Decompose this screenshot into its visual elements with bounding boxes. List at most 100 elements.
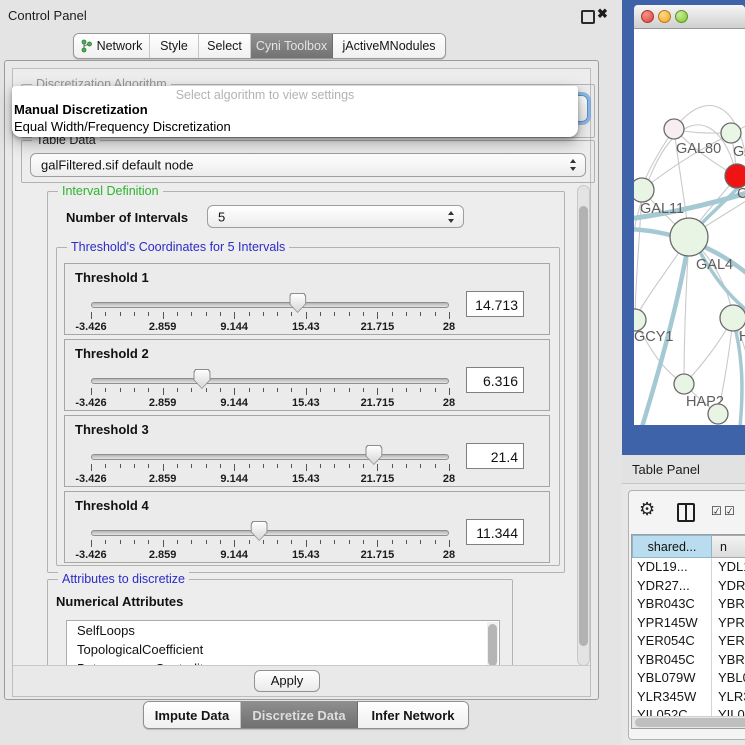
network-node[interactable] [725, 164, 745, 188]
slider-thumb[interactable] [251, 521, 268, 541]
network-canvas[interactable]: GAL80GACGAL11GAL4GCY1HHAP2 [634, 29, 745, 425]
table-row[interactable]: YPR145WYPR1 [632, 614, 745, 633]
slider-thumb[interactable] [289, 293, 306, 313]
num-intervals-combo[interactable]: 5 [207, 205, 464, 228]
tick-mark [449, 540, 450, 547]
tick-mark [120, 312, 121, 316]
network-node[interactable] [674, 374, 694, 394]
tick-mark [91, 464, 92, 471]
table-row[interactable]: YER054CYER0 [632, 632, 745, 651]
node-table: shared... n YDL19...YDL1YDR27...YDR2YBR0… [631, 534, 745, 729]
slider-thumb[interactable] [365, 445, 382, 465]
cell-name: YBR0 [712, 651, 745, 670]
scrollbar-thumb[interactable] [579, 206, 588, 646]
table-row[interactable]: YIL052CYIL0 [632, 706, 745, 716]
tick-mark [435, 464, 436, 468]
threshold-4-slider[interactable]: -3.4262.8599.14415.4321.71528 [91, 522, 449, 562]
tab-select[interactable]: Select [199, 34, 251, 58]
tick-mark [220, 388, 221, 392]
table-row[interactable]: YBR045CYBR0 [632, 651, 745, 670]
tab-cyni-toolbox[interactable]: Cyni Toolbox [251, 34, 333, 58]
cell-shared-name: YDL19... [632, 558, 712, 577]
gear-icon[interactable]: ⚙ [639, 499, 655, 519]
tick-mark [449, 464, 450, 471]
table-row[interactable]: YBR043CYBR0 [632, 595, 745, 614]
screen: Control Panel ✖ Network Style Select Cyn… [0, 0, 745, 745]
threshold-2-slider[interactable]: -3.4262.8599.14415.4321.71528 [91, 370, 449, 410]
threshold-1-card: Threshold 1 -3.4262.8599.14415.4321.7152… [64, 263, 550, 335]
slider-thumb[interactable] [193, 369, 210, 389]
column-header-name[interactable]: n [712, 535, 745, 558]
mac-close-icon[interactable] [641, 10, 654, 23]
tick-mark [334, 464, 335, 468]
tick-label: 15.43 [292, 321, 320, 333]
column-header-shared-name[interactable]: shared... [632, 535, 712, 558]
table-row[interactable]: YDL19...YDL1 [632, 558, 745, 577]
table-row[interactable]: YBL079WYBL0 [632, 669, 745, 688]
attributes-list-scrollbar[interactable] [487, 622, 498, 668]
network-node[interactable] [720, 305, 745, 331]
algorithm-hint: Select algorithm to view settings [12, 88, 518, 102]
scrollbar-thumb[interactable] [635, 718, 745, 727]
network-node[interactable] [670, 218, 708, 256]
tick-mark [163, 312, 164, 319]
table-rows: YDL19...YDL1YDR27...YDR2YBR043CYBR0YPR14… [632, 558, 745, 716]
network-node[interactable] [708, 404, 728, 424]
table-row[interactable]: YDR27...YDR2 [632, 577, 745, 596]
tick-mark [105, 540, 106, 544]
network-node[interactable] [664, 119, 684, 139]
tick-mark [306, 388, 307, 395]
mac-minimize-icon[interactable] [658, 10, 671, 23]
table-row[interactable]: YLR345WYLR3 [632, 688, 745, 707]
tick-label: 2.859 [149, 473, 177, 485]
attributes-list[interactable]: SelfLoopsTopologicalCoefficientBetweenne… [66, 620, 500, 668]
tick-mark [134, 388, 135, 392]
tick-mark [263, 540, 264, 544]
close-icon[interactable]: ✖ [597, 6, 608, 22]
tab-jactivemnodules[interactable]: jActiveMNodules [333, 34, 445, 58]
tick-mark [349, 312, 350, 316]
panel-vertical-scrollbar[interactable] [577, 185, 590, 666]
tab-discretize-data[interactable]: Discretize Data [241, 702, 358, 728]
slider-track [91, 530, 449, 536]
threshold-1-value[interactable]: 14.713 [466, 291, 524, 317]
threshold-1-slider[interactable]: -3.4262.8599.14415.4321.71528 [91, 294, 449, 334]
table-data-combo[interactable]: galFiltered.sif default node [30, 153, 586, 177]
attribute-item[interactable]: TopologicalCoefficient [67, 640, 499, 659]
tab-impute-data[interactable]: Impute Data [144, 702, 241, 728]
tick-mark [234, 388, 235, 395]
cell-name: YDL1 [712, 558, 745, 577]
cell-shared-name: YLR345W [632, 688, 712, 707]
thresholds-legend: Threshold's Coordinates for 5 Intervals [67, 240, 289, 254]
tab-style[interactable]: Style [150, 34, 199, 58]
tick-label: 9.144 [220, 549, 248, 561]
cell-shared-name: YBR045C [632, 651, 712, 670]
mac-zoom-icon[interactable] [675, 10, 688, 23]
apply-button[interactable]: Apply [254, 670, 320, 692]
table-horizontal-scrollbar[interactable] [632, 716, 745, 729]
network-node[interactable] [634, 178, 654, 202]
float-window-icon[interactable] [581, 10, 595, 24]
checkbox-icon[interactable]: ☑ [711, 504, 722, 518]
algorithm-option-manual[interactable]: Manual Discretization [14, 102, 148, 117]
tab-network[interactable]: Network [74, 34, 150, 58]
threshold-3-card: Threshold 3 -3.4262.8599.14415.4321.7152… [64, 415, 550, 487]
tick-mark [363, 464, 364, 468]
tick-mark [306, 464, 307, 471]
threshold-2-value[interactable]: 6.316 [466, 367, 524, 393]
threshold-4-value[interactable]: 11.344 [466, 519, 524, 545]
tick-mark [435, 388, 436, 392]
tab-infer-network[interactable]: Infer Network [358, 702, 468, 728]
network-node[interactable] [634, 309, 646, 331]
attribute-item[interactable]: SelfLoops [67, 621, 499, 640]
tick-mark [206, 312, 207, 316]
checkbox-icon[interactable]: ☑ [724, 504, 735, 518]
tick-mark [420, 312, 421, 316]
network-node[interactable] [721, 123, 741, 143]
threshold-3-label: Threshold 3 [75, 422, 149, 437]
table-data-combo-value: galFiltered.sif default node [41, 158, 193, 173]
split-columns-icon[interactable] [677, 503, 695, 522]
threshold-3-slider[interactable]: -3.4262.8599.14415.4321.71528 [91, 446, 449, 486]
algorithm-option-equal-width[interactable]: Equal Width/Frequency Discretization [14, 119, 231, 134]
threshold-3-value[interactable]: 21.4 [466, 443, 524, 469]
